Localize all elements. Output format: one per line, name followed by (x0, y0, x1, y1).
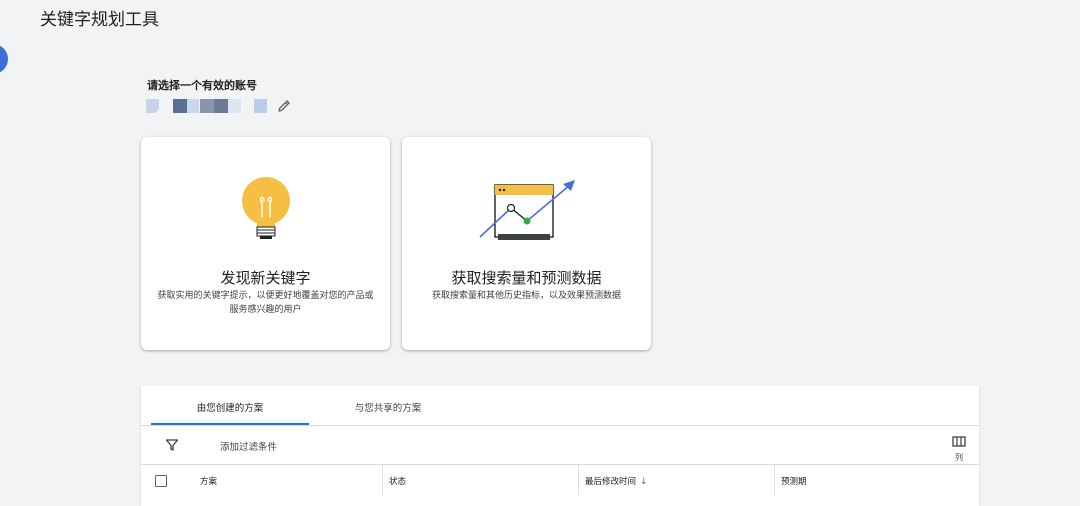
column-header-plan[interactable]: 方案 (200, 475, 217, 487)
add-filter-button[interactable]: 添加过滤条件 (220, 439, 277, 453)
trend-chart-icon (478, 180, 575, 240)
column-separator (578, 465, 579, 495)
select-all-checkbox[interactable] (155, 475, 167, 487)
pencil-edit-icon[interactable] (276, 98, 292, 114)
tab-shared-plans[interactable]: 与您共享的方案 (309, 386, 467, 424)
discover-keywords-card[interactable]: 发现新关键字 获取实用的关键字提示，以便更好地覆盖对您的产品或服务感兴趣的用户 (141, 137, 390, 350)
columns-button[interactable]: 列 (949, 432, 969, 462)
tab-divider (141, 425, 979, 426)
card-description: 获取实用的关键字提示，以便更好地覆盖对您的产品或服务感兴趣的用户 (157, 291, 374, 315)
page-title: 关键字规划工具 (40, 10, 159, 30)
plans-panel: 由您创建的方案 与您共享的方案 添加过滤条件 列 方案 状态 最后修改时间 ↓ 预… (141, 386, 979, 506)
card-title: 获取搜索量和预测数据 (451, 269, 602, 287)
account-blur-5 (214, 99, 228, 113)
search-volume-forecast-card[interactable]: 获取搜索量和预测数据 获取搜索量和其他历史指标，以及效果预测数据 (402, 137, 651, 350)
sort-descending-icon: ↓ (640, 477, 648, 487)
lightbulb-icon (241, 177, 290, 239)
column-header-label: 最后修改时间 (585, 477, 637, 487)
column-separator (382, 465, 383, 495)
account-label: 请选择一个有效的账号 (147, 79, 257, 92)
column-header-forecast-period[interactable]: 预测期 (781, 475, 807, 487)
card-description: 获取搜索量和其他历史指标，以及效果预测数据 (431, 291, 621, 301)
card-illustration (141, 173, 390, 245)
tab-my-plans[interactable]: 由您创建的方案 (151, 386, 309, 424)
filter-icon[interactable] (165, 438, 179, 452)
columns-icon (952, 436, 966, 447)
account-blur-1 (146, 99, 159, 113)
account-blur-3 (187, 99, 199, 113)
column-header-status[interactable]: 状态 (389, 475, 406, 487)
side-action-button[interactable] (0, 44, 8, 74)
account-blur-7 (254, 99, 267, 113)
columns-label: 列 (955, 453, 963, 462)
card-title: 发现新关键字 (220, 269, 311, 287)
account-blur-6 (228, 99, 241, 113)
account-selector[interactable] (146, 99, 306, 115)
table-top-border (141, 464, 979, 465)
account-blur-4 (200, 99, 214, 113)
card-illustration (402, 173, 651, 245)
column-header-last-modified[interactable]: 最后修改时间 ↓ (585, 475, 648, 487)
account-blur-2 (173, 99, 187, 113)
column-separator (774, 465, 775, 495)
